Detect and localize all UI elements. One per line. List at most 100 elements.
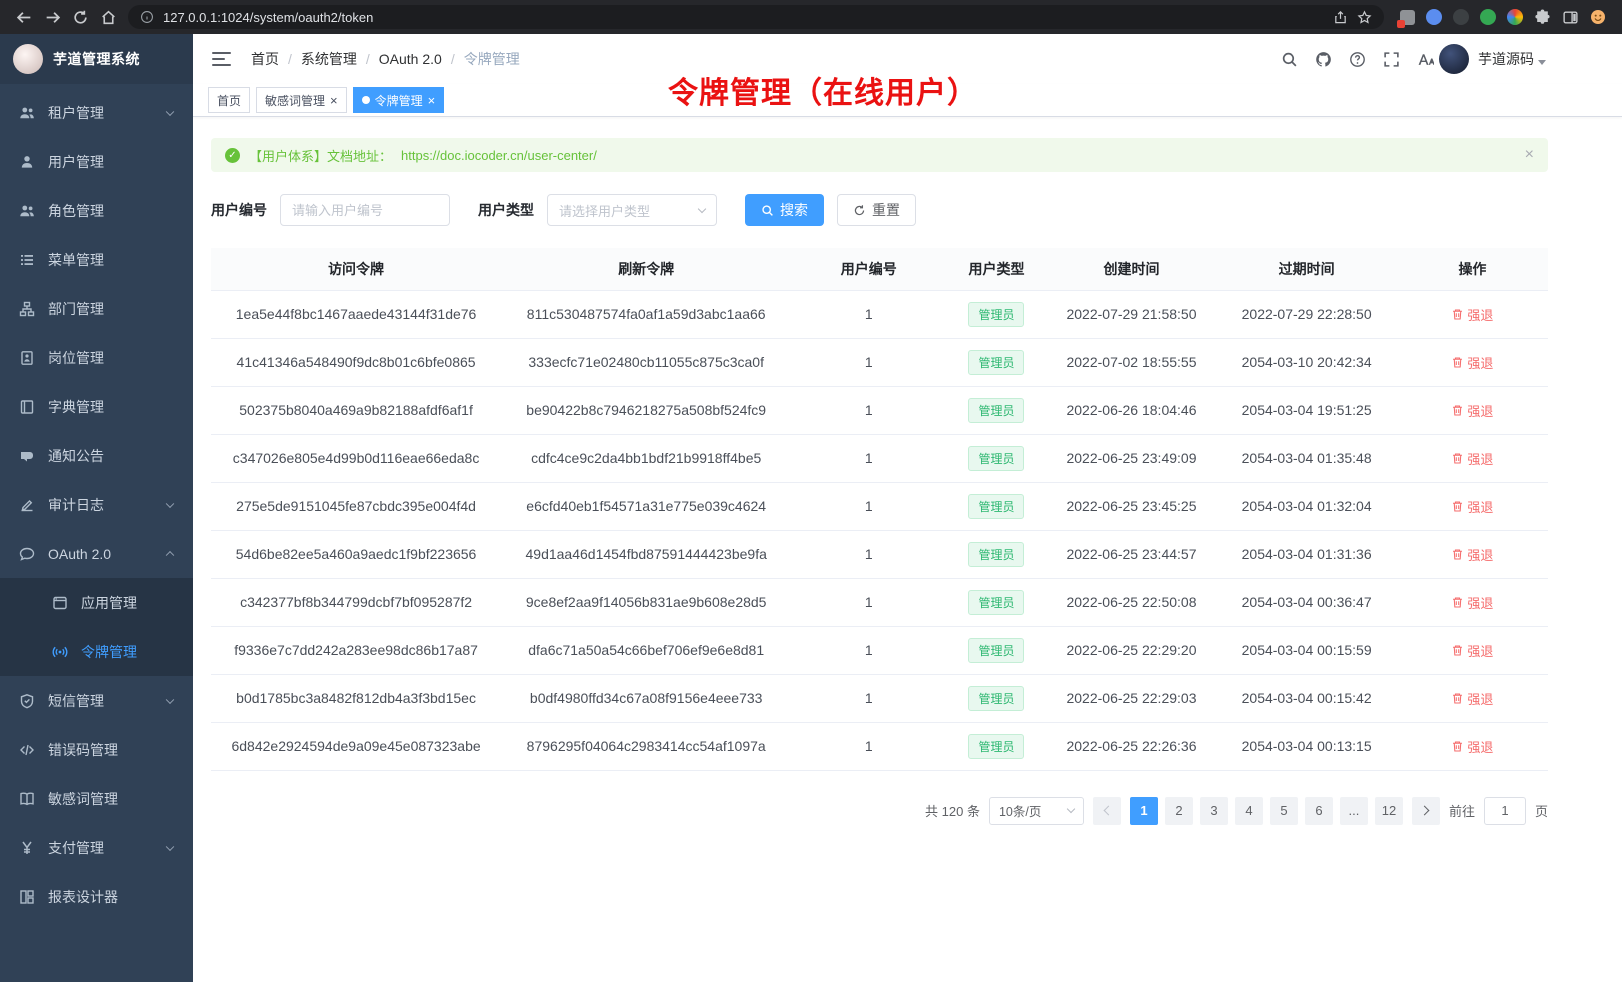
pager-page-1[interactable]: 1 [1130, 797, 1158, 825]
browser-home-button[interactable] [94, 3, 122, 31]
sidebar-item-token-management[interactable]: 令牌管理 [0, 627, 193, 676]
table-row: 54d6be82ee5a460a9aedc1f9bf22365649d1aa46… [211, 530, 1548, 578]
bookmark-star-icon[interactable] [1357, 10, 1372, 25]
user-type-badge: 管理员 [968, 302, 1024, 327]
extension-pinwheel-icon[interactable] [1507, 9, 1523, 25]
collapse-sidebar-icon[interactable] [212, 52, 231, 66]
access-token-cell: 275e5de9151045fe87cbdc395e004f4d [211, 482, 501, 530]
extension-green-icon[interactable] [1480, 9, 1496, 25]
pager-page-5[interactable]: 5 [1270, 797, 1298, 825]
sidebar-item-label: 租户管理 [48, 103, 104, 123]
page-size-select[interactable]: 10条/页 [989, 797, 1084, 825]
browser-forward-button[interactable] [38, 3, 66, 31]
extension-dark-icon[interactable] [1453, 9, 1469, 25]
sidebar-item-sms-management[interactable]: 短信管理 [0, 676, 193, 725]
force-logout-button[interactable]: 强退 [1451, 449, 1493, 468]
tab-token-management[interactable]: 令牌管理 × [353, 87, 445, 113]
sidebar-item-dict-management[interactable]: 字典管理 [0, 382, 193, 431]
force-logout-button[interactable]: 强退 [1451, 401, 1493, 420]
chevron-left-icon [1104, 806, 1114, 816]
search-icon[interactable] [1281, 51, 1298, 68]
sidebar-item-app-management[interactable]: 应用管理 [0, 578, 193, 627]
pager-ellipsis[interactable]: ... [1340, 797, 1368, 825]
refresh-token-cell: 9ce8ef2aa9f14056b831ae9b608e28d5 [501, 578, 791, 626]
app-logo[interactable]: 芋道管理系统 [0, 34, 193, 84]
reset-button[interactable]: 重置 [837, 194, 916, 226]
pager-page-12[interactable]: 12 [1375, 797, 1403, 825]
tab-close-icon[interactable]: × [428, 94, 436, 107]
app-title: 芋道管理系统 [53, 49, 140, 69]
font-size-icon[interactable] [1417, 51, 1434, 68]
browser-profile-avatar[interactable] [1590, 9, 1606, 25]
sidebar-item-dept-management[interactable]: 部门管理 [0, 284, 193, 333]
alert-close-icon[interactable]: × [1525, 146, 1534, 164]
chevron-down-icon [1067, 805, 1075, 813]
sidebar-item-notice[interactable]: 通知公告 [0, 431, 193, 480]
access-token-cell: 502375b8040a469a9b82188afdf6af1f [211, 386, 501, 434]
sidebar-item-sensitive-word-management[interactable]: 敏感词管理 [0, 774, 193, 823]
table-row: 275e5de9151045fe87cbdc395e004f4de6cfd40e… [211, 482, 1548, 530]
goto-page-input[interactable] [1484, 797, 1526, 825]
force-logout-button[interactable]: 强退 [1451, 689, 1493, 708]
github-icon[interactable] [1315, 51, 1332, 68]
breadcrumb-item[interactable]: OAuth 2.0 [379, 51, 442, 67]
prev-page-button[interactable] [1093, 797, 1121, 825]
browser-reload-button[interactable] [66, 3, 94, 31]
force-logout-button[interactable]: 强退 [1451, 305, 1493, 324]
user-id-input[interactable] [280, 194, 450, 226]
extensions-badge-icon[interactable] [1400, 10, 1415, 25]
force-logout-button[interactable]: 强退 [1451, 545, 1493, 564]
breadcrumb-separator: / [366, 51, 370, 67]
column-header: 访问令牌 [211, 248, 501, 290]
breadcrumb-item[interactable]: 系统管理 [301, 49, 357, 69]
browser-back-button[interactable] [10, 3, 38, 31]
address-bar[interactable]: 127.0.0.1:1024/system/oauth2/token [128, 5, 1384, 29]
force-logout-button[interactable]: 强退 [1451, 497, 1493, 516]
sidebar-item-menu-management[interactable]: 菜单管理 [0, 235, 193, 284]
alert-doc-link[interactable]: https://doc.iocoder.cn/user-center/ [401, 148, 597, 163]
tab-home[interactable]: 首页 [208, 87, 250, 113]
force-logout-button[interactable]: 强退 [1451, 737, 1493, 756]
sidebar-item-oauth2[interactable]: OAuth 2.0 [0, 529, 193, 578]
book-icon [19, 399, 35, 415]
user-name[interactable]: 芋道源码 [1478, 49, 1534, 69]
pager-page-6[interactable]: 6 [1305, 797, 1333, 825]
tab-close-icon[interactable]: × [330, 94, 338, 107]
sidebar-item-pay-management[interactable]: 支付管理 [0, 823, 193, 872]
split-view-icon[interactable] [1562, 9, 1579, 26]
fullscreen-icon[interactable] [1383, 51, 1400, 68]
search-button[interactable]: 搜索 [745, 194, 824, 226]
sidebar-item-user-management[interactable]: 用户管理 [0, 137, 193, 186]
puzzle-icon[interactable] [1534, 9, 1551, 26]
site-info-icon[interactable] [140, 10, 154, 24]
sidebar-item-tenant-management[interactable]: 租户管理 [0, 88, 193, 137]
breadcrumb-item[interactable]: 首页 [251, 49, 279, 69]
pager-page-4[interactable]: 4 [1235, 797, 1263, 825]
sidebar-item-report-designer[interactable]: 报表设计器 [0, 872, 193, 921]
sidebar-item-error-code-management[interactable]: 错误码管理 [0, 725, 193, 774]
tab-label: 令牌管理 [375, 92, 423, 109]
force-logout-button[interactable]: 强退 [1451, 641, 1493, 660]
sidebar-item-label: 用户管理 [48, 152, 104, 172]
next-page-button[interactable] [1412, 797, 1440, 825]
pager-page-2[interactable]: 2 [1165, 797, 1193, 825]
sidebar-item-label: 敏感词管理 [48, 789, 118, 809]
force-logout-label: 强退 [1467, 545, 1493, 564]
trash-icon [1451, 500, 1464, 513]
share-icon[interactable] [1333, 10, 1348, 25]
sidebar-item-role-management[interactable]: 角色管理 [0, 186, 193, 235]
action-cell: 强退 [1397, 386, 1548, 434]
user-avatar[interactable] [1439, 44, 1469, 74]
pager-page-3[interactable]: 3 [1200, 797, 1228, 825]
force-logout-button[interactable]: 强退 [1451, 593, 1493, 612]
action-cell: 强退 [1397, 626, 1548, 674]
sidebar-item-post-management[interactable]: 岗位管理 [0, 333, 193, 382]
force-logout-button[interactable]: 强退 [1451, 353, 1493, 372]
extension-blue-icon[interactable] [1426, 9, 1442, 25]
sidebar-item-audit-log[interactable]: 审计日志 [0, 480, 193, 529]
tab-sensitive-word-management[interactable]: 敏感词管理× [256, 87, 347, 113]
chevron-down-icon[interactable] [1538, 60, 1546, 65]
user-type-select[interactable]: 请选择用户类型 [547, 194, 717, 226]
chevron-right-icon [1420, 806, 1430, 816]
question-icon[interactable] [1349, 51, 1366, 68]
